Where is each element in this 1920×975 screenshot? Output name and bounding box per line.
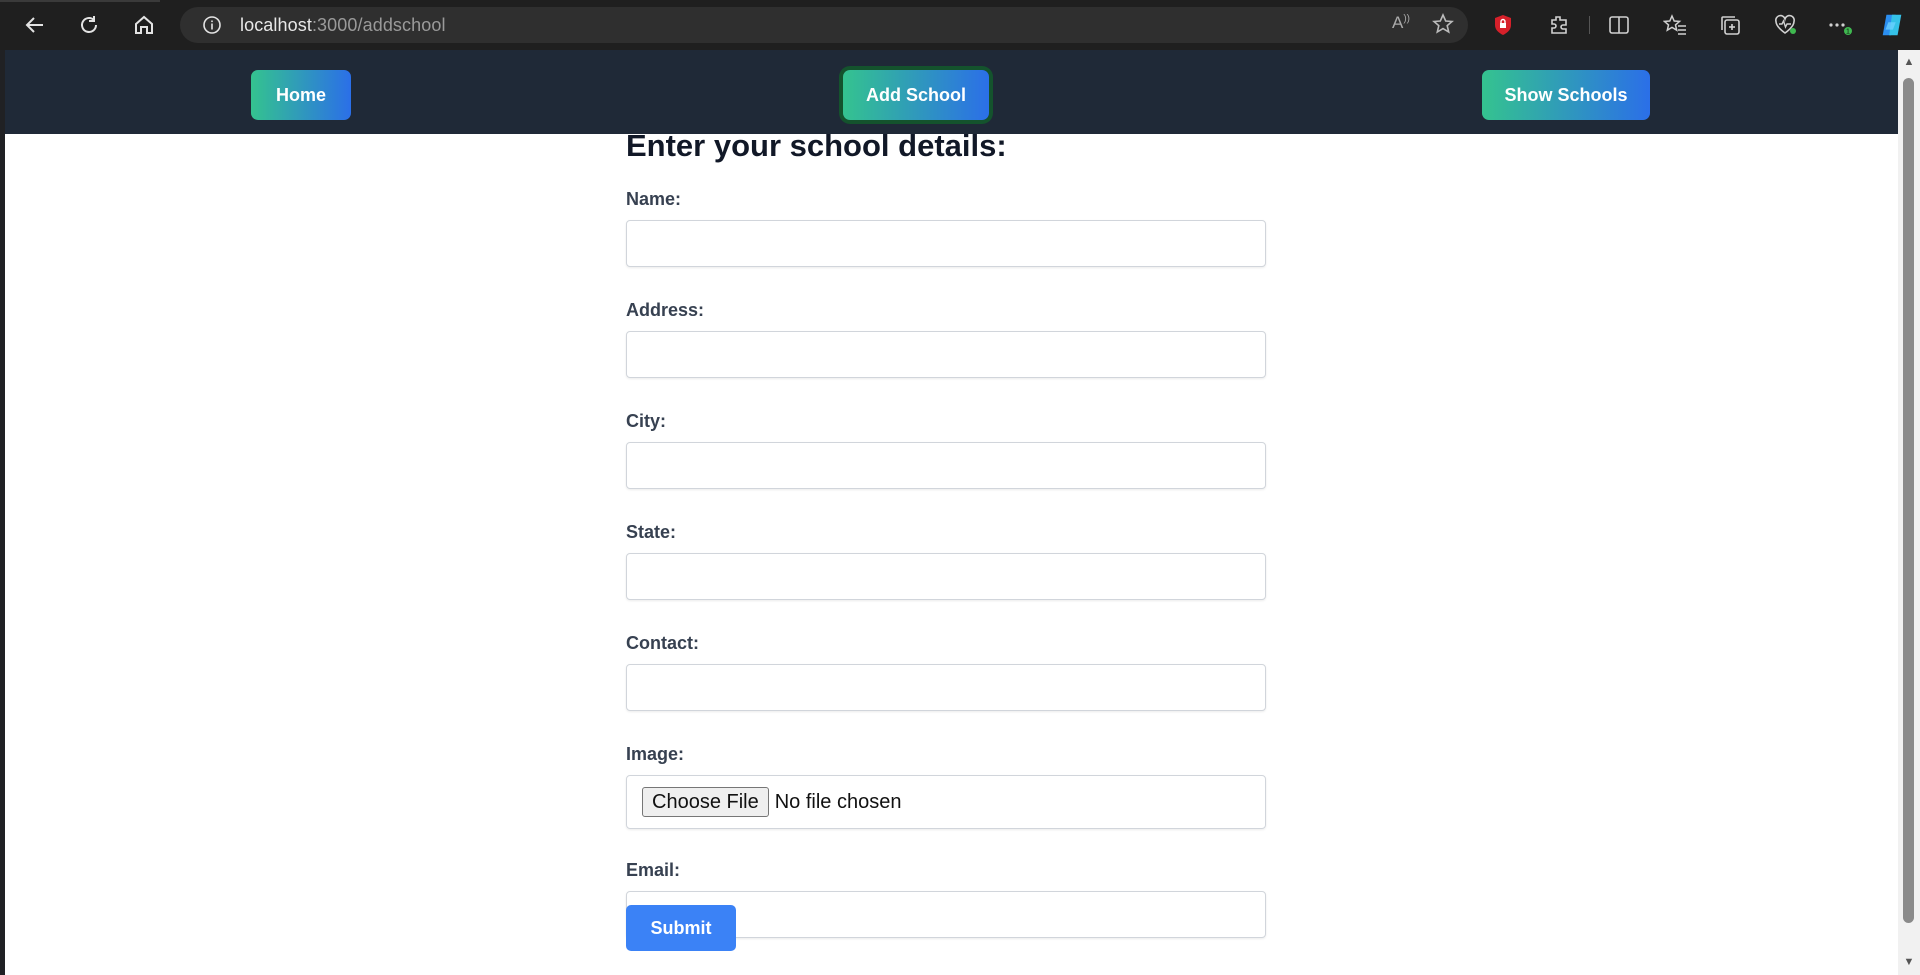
- read-aloud-icon[interactable]: A)): [1392, 13, 1410, 40]
- tab-strip-edge: [0, 0, 160, 2]
- collections-icon[interactable]: [1717, 12, 1743, 38]
- browser-essentials-heart-icon[interactable]: [1772, 12, 1798, 38]
- email-label: Email:: [626, 860, 681, 880]
- split-screen-icon[interactable]: [1606, 12, 1632, 38]
- city-input[interactable]: [626, 442, 1266, 489]
- site-info-icon[interactable]: [200, 13, 224, 37]
- shield-extension-icon[interactable]: [1490, 12, 1516, 38]
- submit-button[interactable]: Submit: [626, 905, 736, 951]
- extensions-puzzle-icon[interactable]: [1546, 12, 1572, 38]
- back-icon[interactable]: [20, 10, 50, 40]
- svg-text:1: 1: [1846, 29, 1850, 36]
- copilot-icon[interactable]: [1879, 12, 1905, 38]
- show-schools-nav-button[interactable]: Show Schools: [1482, 70, 1650, 120]
- scrollbar-thumb[interactable]: [1903, 78, 1914, 923]
- contact-input[interactable]: [626, 664, 1266, 711]
- file-status-text: No file chosen: [774, 790, 902, 813]
- image-label: Image:: [626, 744, 685, 764]
- contact-label: Contact:: [626, 633, 699, 653]
- form-title: Enter your school details:: [626, 128, 1007, 163]
- vertical-scrollbar[interactable]: ▲ ▼: [1898, 50, 1920, 975]
- reload-icon[interactable]: [74, 10, 104, 40]
- url-text: localhost:3000/addschool: [240, 15, 446, 36]
- name-label: Name:: [626, 189, 682, 209]
- home-nav-button[interactable]: Home: [251, 70, 351, 120]
- address-input[interactable]: [626, 331, 1266, 378]
- choose-file-button[interactable]: Choose File: [642, 787, 769, 817]
- toolbar-separator: [1589, 16, 1590, 34]
- state-label: State:: [626, 522, 677, 542]
- add-school-nav-button[interactable]: Add School: [843, 70, 989, 120]
- favorites-icon[interactable]: [1662, 12, 1688, 38]
- address-label: Address:: [626, 300, 705, 320]
- state-input[interactable]: [626, 553, 1266, 600]
- add-school-form: Enter your school details: Name: Address…: [626, 128, 1266, 970]
- name-input[interactable]: [626, 220, 1266, 267]
- scroll-down-arrow-icon[interactable]: ▼: [1903, 956, 1915, 968]
- image-file-input: Choose File No file chosen: [626, 775, 1266, 829]
- top-navbar: Home Add School Show Schools: [5, 50, 1898, 134]
- url-host: localhost: [240, 14, 312, 35]
- favorite-star-icon[interactable]: [1432, 13, 1454, 40]
- scroll-up-arrow-icon[interactable]: ▲: [1903, 56, 1915, 68]
- url-path: :3000/addschool: [311, 14, 446, 35]
- browser-toolbar: localhost:3000/addschool A)) 1: [0, 0, 1920, 50]
- city-label: City:: [626, 411, 666, 431]
- address-bar[interactable]: localhost:3000/addschool A)): [180, 7, 1468, 43]
- home-icon[interactable]: [129, 10, 159, 40]
- more-options-icon[interactable]: 1: [1826, 12, 1852, 38]
